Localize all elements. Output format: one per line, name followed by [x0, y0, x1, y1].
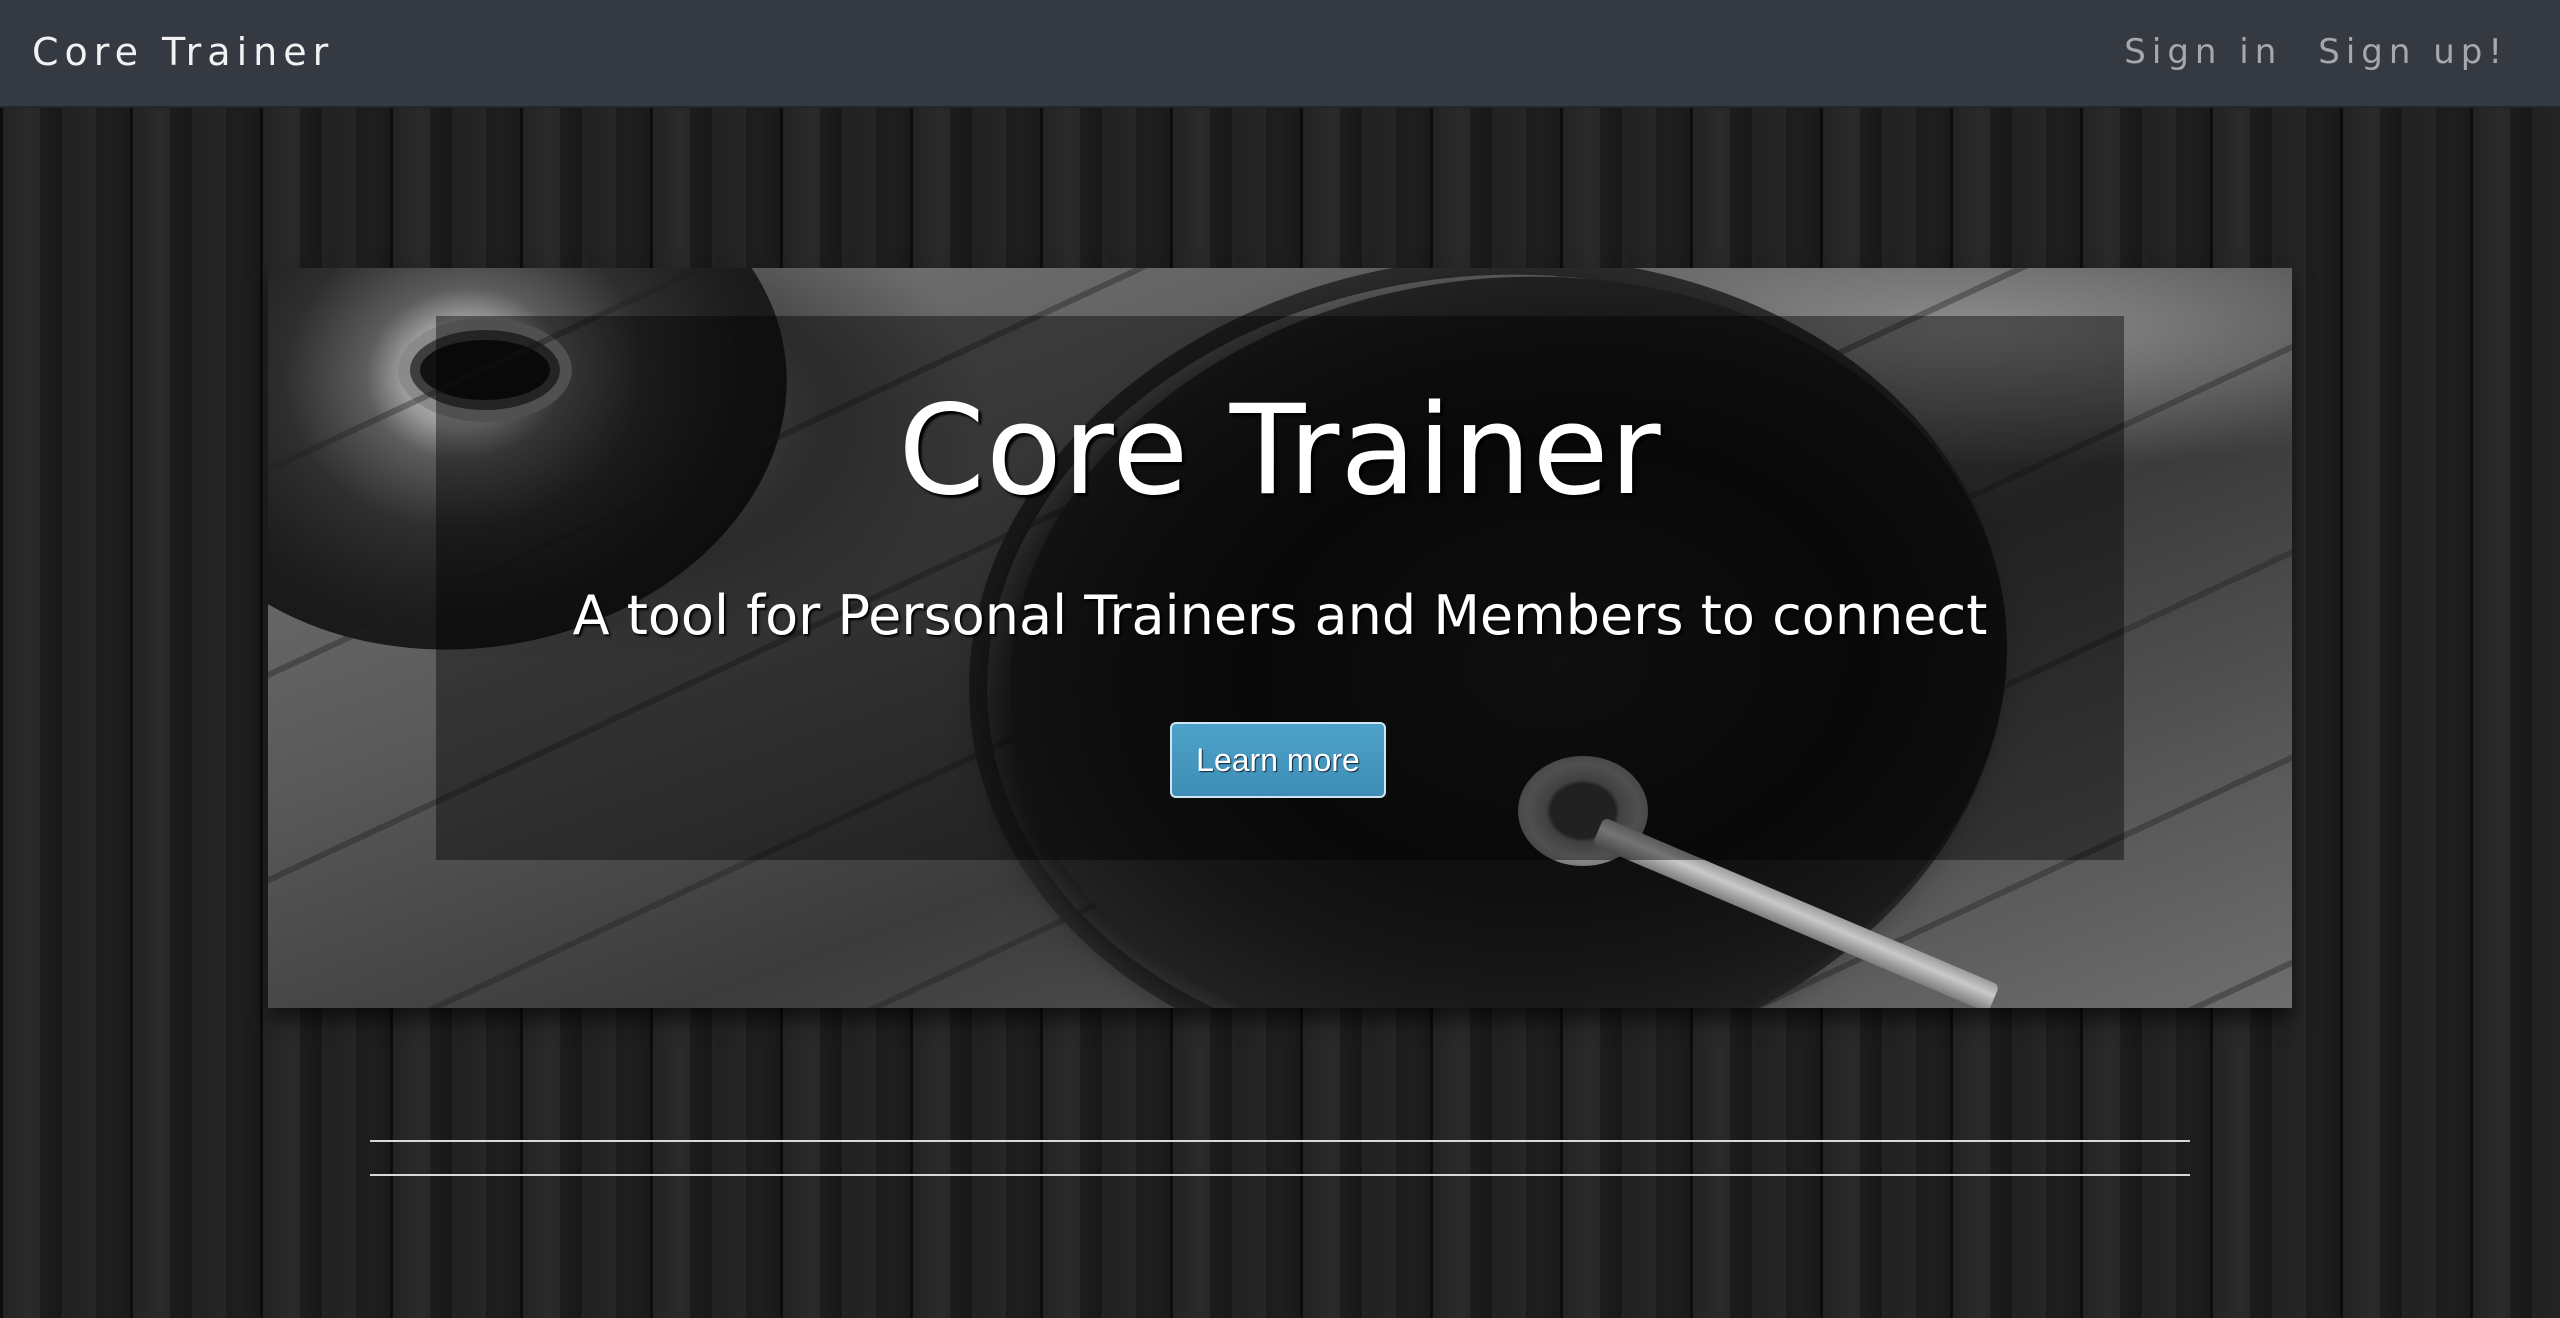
sign-in-link[interactable]: Sign in — [2124, 24, 2282, 80]
divider-line — [370, 1140, 2190, 1142]
hero-banner: Core Trainer A tool for Personal Trainer… — [268, 268, 2292, 1008]
hero-overlay: Core Trainer A tool for Personal Trainer… — [436, 316, 2124, 860]
hero-subtitle: A tool for Personal Trainers and Members… — [572, 584, 1988, 647]
nav-links: Sign in Sign up! — [2124, 24, 2508, 80]
top-navbar: Core Trainer Sign in Sign up! — [0, 0, 2560, 108]
sign-up-link[interactable]: Sign up! — [2318, 24, 2508, 80]
hero-title: Core Trainer — [898, 379, 1662, 523]
brand-link[interactable]: Core Trainer — [32, 24, 334, 80]
learn-more-button[interactable]: Learn more — [1170, 722, 1386, 798]
divider-line — [370, 1174, 2190, 1176]
page: Core Trainer Sign in Sign up! Core Train… — [0, 0, 2560, 1318]
